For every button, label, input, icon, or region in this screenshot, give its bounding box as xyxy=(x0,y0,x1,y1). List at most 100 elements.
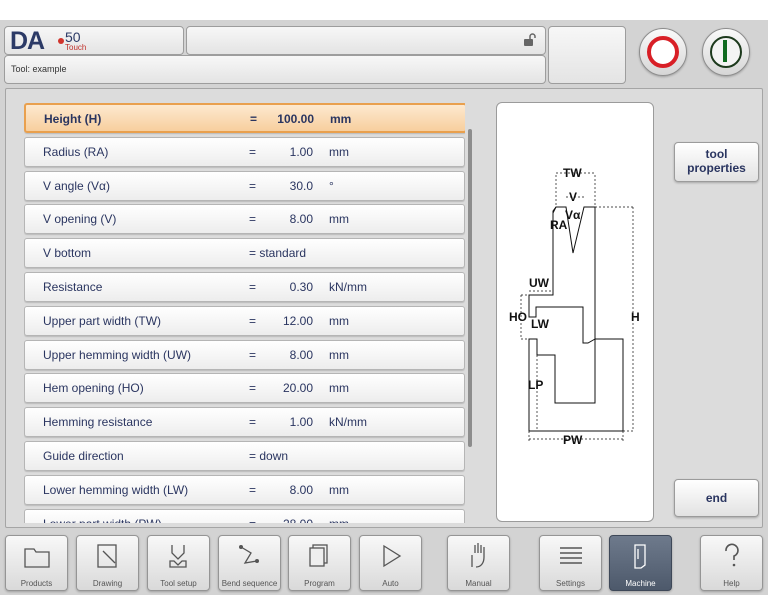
start-icon-bar xyxy=(723,40,727,62)
logo-dot xyxy=(58,38,64,44)
param-label: V opening (V) xyxy=(43,212,117,227)
param-row[interactable]: Upper hemming width (UW) = 8.00 mm xyxy=(24,339,465,370)
param-row[interactable]: Hemming resistance = 1.00 kN/mm xyxy=(24,407,465,438)
label-tw: TW xyxy=(563,166,582,180)
param-label: Hem opening (HO) xyxy=(43,381,144,396)
stop-icon xyxy=(647,36,679,68)
list-icon xyxy=(560,547,582,564)
param-row[interactable]: Hem opening (HO) = 20.00 mm xyxy=(24,373,465,404)
param-value: 0.30 xyxy=(289,280,313,294)
param-row[interactable]: Resistance = 0.30 kN/mm xyxy=(24,272,465,302)
param-equals: = xyxy=(249,178,257,193)
label-uw: UW xyxy=(529,276,550,290)
param-label: Guide direction xyxy=(43,449,124,463)
param-equals: = xyxy=(249,381,257,396)
logo-text: DA xyxy=(10,27,45,55)
nav-auto-button[interactable]: Auto xyxy=(359,535,422,591)
param-equals: = xyxy=(249,347,257,362)
param-label: Hemming resistance xyxy=(43,415,153,430)
label-ho: HO xyxy=(509,310,527,324)
param-label: Lower hemming width (LW) xyxy=(43,482,189,497)
logo-sub: Touch xyxy=(65,43,87,52)
nav-program-button[interactable]: Program xyxy=(288,535,351,591)
param-label: Height (H) xyxy=(44,112,102,126)
end-button[interactable]: end xyxy=(674,479,759,517)
param-unit: mm xyxy=(329,212,349,227)
param-unit: mm xyxy=(329,347,349,362)
nav-machine-button[interactable]: Machine xyxy=(609,535,672,591)
stop-button[interactable] xyxy=(639,28,687,76)
param-value: 20.00 xyxy=(282,381,313,396)
nav-products-button[interactable]: Products xyxy=(5,535,68,591)
pencil-icon xyxy=(97,544,117,568)
param-row[interactable]: Guide direction = down xyxy=(24,441,465,471)
param-equals: = xyxy=(249,482,257,497)
bend-sequence-icon xyxy=(239,545,259,564)
nav-manual-button[interactable]: Manual xyxy=(447,535,510,591)
param-unit: kN/mm xyxy=(329,280,367,294)
param-equals: = xyxy=(249,517,256,523)
param-value: 100.00 xyxy=(277,112,314,126)
tool-diagram: TW V Vα RA UW HO LW H LP PW xyxy=(496,102,654,522)
param-label: Upper part width (TW) xyxy=(43,313,162,328)
param-equals: = standard xyxy=(249,246,307,261)
param-label: V angle (Vα) xyxy=(43,178,110,193)
param-row[interactable]: V opening (V) = 8.00 mm xyxy=(24,204,465,235)
param-row[interactable]: V bottom = standard xyxy=(24,238,465,269)
param-label: Upper hemming width (UW) xyxy=(43,347,192,362)
machine-icon xyxy=(634,544,646,569)
status-text: Tool: example xyxy=(11,64,67,74)
tool-properties-button[interactable]: tool properties xyxy=(674,142,759,182)
scrollbar[interactable] xyxy=(468,129,472,447)
nav-label: Auto xyxy=(382,579,399,588)
logo-box: DA 50 Touch xyxy=(4,26,184,55)
param-unit: mm xyxy=(329,313,349,328)
param-row[interactable]: Height (H) = 100.00 mm xyxy=(24,103,465,133)
nav-drawing-button[interactable]: Drawing xyxy=(76,535,139,591)
param-unit: mm xyxy=(329,482,349,497)
tool-properties-line2: properties xyxy=(687,161,746,175)
param-row[interactable]: Lower hemming width (LW) = 8.00 mm xyxy=(24,474,465,505)
param-unit: mm xyxy=(329,517,349,523)
param-label: Resistance xyxy=(43,280,103,294)
param-unit: mm xyxy=(329,144,349,159)
nav-help-button[interactable]: Help xyxy=(700,535,763,591)
label-v: V xyxy=(569,190,577,204)
pages-icon xyxy=(309,544,328,567)
nav-label: Settings xyxy=(556,579,585,588)
nav-label: Bend sequence xyxy=(221,579,278,588)
nav-tool-setup-button[interactable]: Tool setup xyxy=(147,535,210,591)
param-value: 1.00 xyxy=(289,415,313,430)
param-value: 30.0 xyxy=(289,178,313,193)
nav-label: Drawing xyxy=(92,579,123,588)
status-bar: Tool: example xyxy=(4,55,546,84)
param-row[interactable]: Radius (RA) = 1.00 mm xyxy=(24,136,465,167)
label-h: H xyxy=(631,310,640,324)
param-equals: = xyxy=(249,313,257,328)
param-unit: mm xyxy=(329,381,349,396)
nav-settings-button[interactable]: Settings xyxy=(539,535,602,591)
param-equals: = xyxy=(249,144,257,159)
param-row[interactable]: V angle (Vα) = 30.0 ° xyxy=(24,170,465,201)
param-unit: mm xyxy=(330,112,352,126)
play-icon xyxy=(383,544,402,568)
nav-label: Tool setup xyxy=(160,579,197,588)
param-row[interactable]: Upper part width (TW) = 12.00 mm xyxy=(24,305,465,336)
title-bar xyxy=(186,26,546,55)
param-value: 8.00 xyxy=(289,482,313,497)
param-unit: kN/mm xyxy=(329,415,367,430)
label-lp: LP xyxy=(528,378,543,392)
param-value: 8.00 xyxy=(289,347,313,362)
nav-bend-sequence-button[interactable]: Bend sequence xyxy=(218,535,281,591)
label-ra: RA xyxy=(550,218,568,232)
label-va: Vα xyxy=(565,208,581,222)
param-equals: = xyxy=(249,280,257,294)
param-row[interactable]: Lower part width (PW) = 28.00 mm xyxy=(24,508,465,523)
param-value: 12.00 xyxy=(282,313,313,328)
label-pw: PW xyxy=(563,433,583,447)
unlock-icon[interactable] xyxy=(523,33,537,47)
question-icon xyxy=(725,543,739,567)
nav-label: Products xyxy=(20,579,53,588)
param-value: 8.00 xyxy=(289,212,313,227)
start-button[interactable] xyxy=(702,28,750,76)
